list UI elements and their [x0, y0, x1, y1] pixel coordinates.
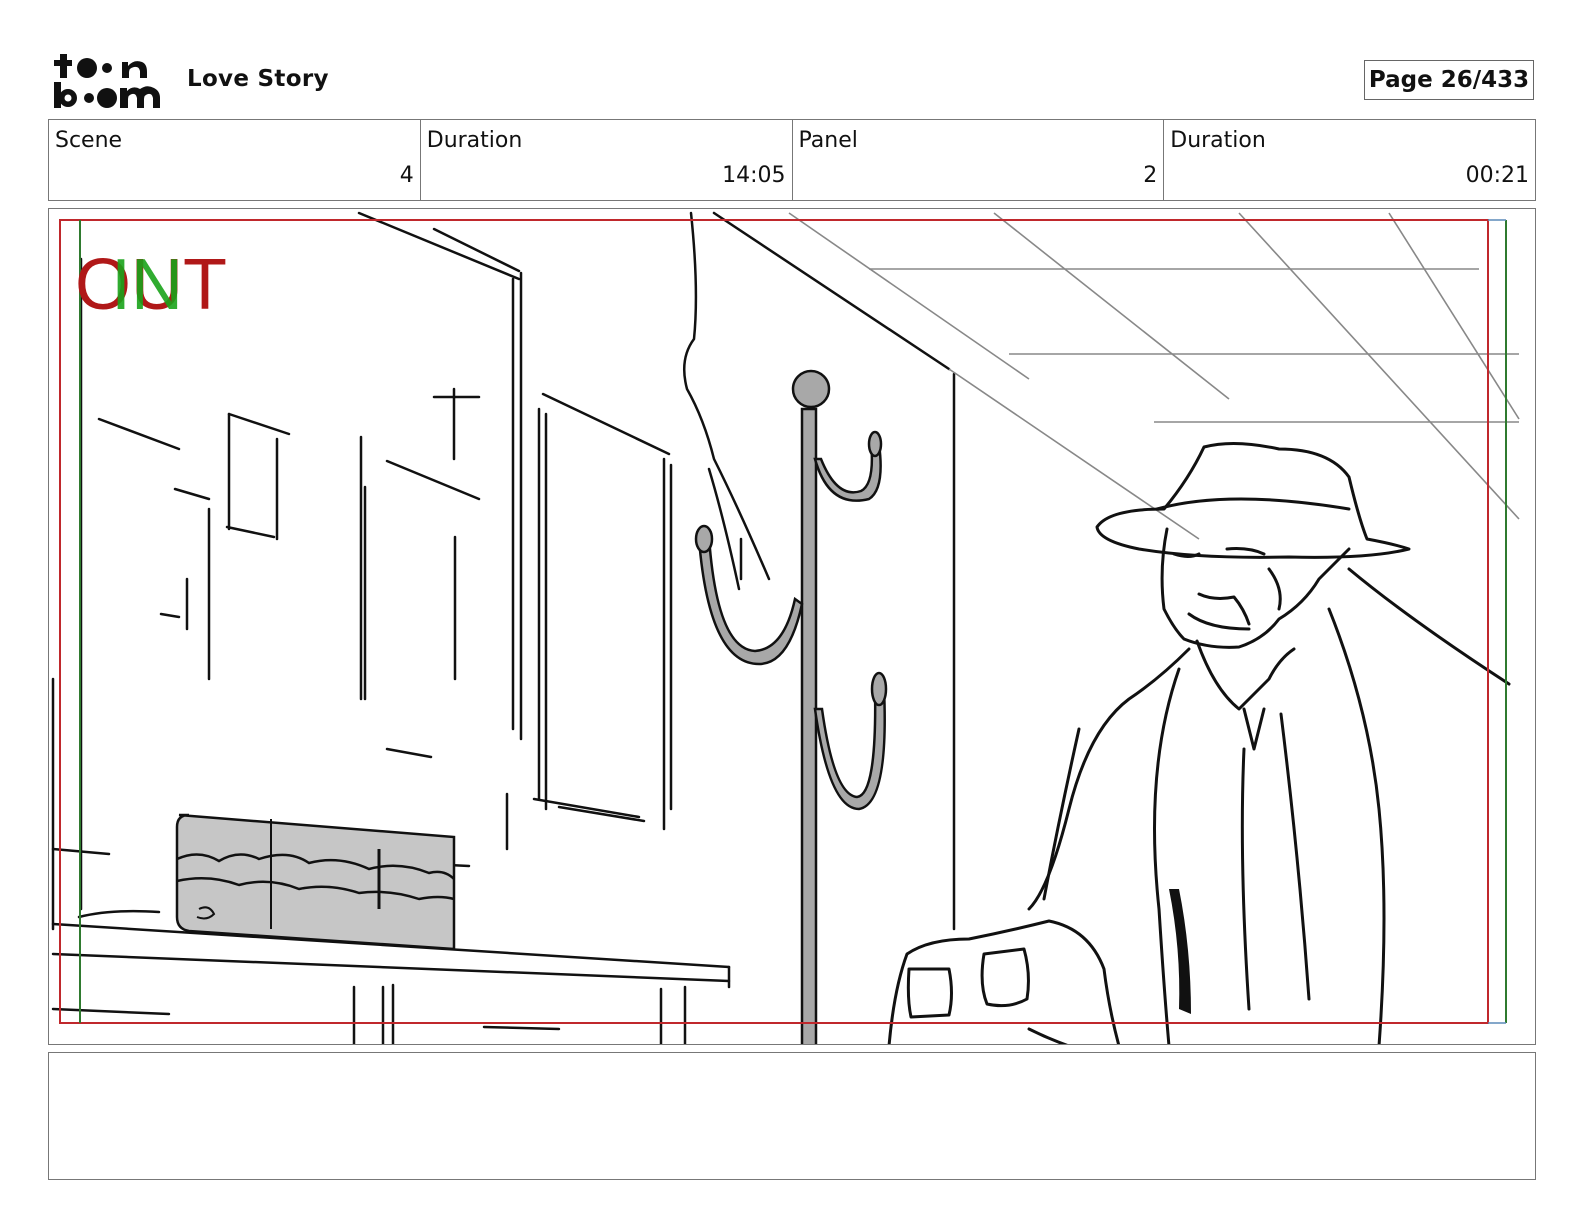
scene-duration-value: 14:05	[722, 163, 786, 188]
page-label: Page	[1368, 67, 1433, 93]
panel-notes-box[interactable]	[48, 1052, 1536, 1180]
panel-value: 2	[1143, 163, 1158, 188]
project-title: Love Story	[187, 66, 329, 92]
panel-duration-cell: Duration 00:21	[1164, 120, 1535, 200]
panel-cell: Panel 2	[793, 120, 1165, 200]
panel-label: Panel	[798, 128, 858, 153]
panel-duration-value: 00:21	[1465, 163, 1529, 188]
storyboard-page: Love Story Page 26/433 Scene 4 Duration …	[0, 0, 1584, 1224]
page-counter: Page 26/433	[1364, 60, 1534, 100]
scene-value: 4	[399, 163, 414, 188]
scene-duration-cell: Duration 14:05	[421, 120, 793, 200]
storyboard-panel: OUT IN	[48, 208, 1536, 1045]
in-marker: IN	[111, 245, 183, 325]
panel-duration-label: Duration	[1170, 128, 1266, 153]
scene-info-table: Scene 4 Duration 14:05 Panel 2 Duration …	[48, 119, 1536, 201]
toon-boom-logo	[52, 50, 164, 112]
panel-sketch: OUT IN	[51, 211, 1520, 1044]
scene-cell: Scene 4	[49, 120, 421, 200]
scene-label: Scene	[55, 128, 123, 153]
scene-duration-label: Duration	[426, 128, 523, 153]
page-number: 26/433	[1440, 67, 1530, 93]
